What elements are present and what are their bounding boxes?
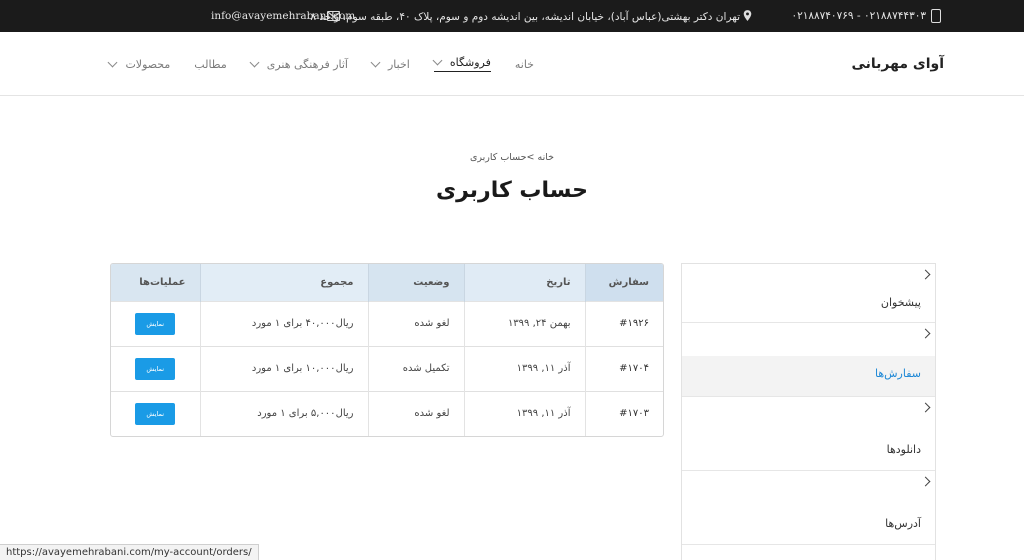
table-row: #۱۹۲۶ بهمن ۲۴, ۱۳۹۹ لغو شده ریال۴۰,۰۰۰ ب… [111,300,663,346]
mobile-phone-icon [931,9,941,23]
order-date: بهمن ۲۴, ۱۳۹۹ [463,300,585,346]
order-total: ریال۴۰,۰۰۰ برای ۱ مورد [199,300,368,346]
order-number[interactable]: #۱۷۰۴ [584,345,663,391]
order-number[interactable]: #۱۷۰۳ [584,390,663,436]
link-status-bar: https://avayemehrabani.com/my-account/or… [0,544,259,560]
breadcrumb[interactable]: خانه >حساب کاربری [0,152,1024,163]
phone-numbers: ۰۲۱۸۸۷۴۰۷۶۹ - ۰۲۱۸۸۷۴۴۳۰۳ [791,10,926,22]
sidebar-item-orders[interactable]: سفارش‌ها [682,323,935,397]
page-title: حساب کاربری [435,178,589,203]
nav-label: آثار فرهنگی هنری [266,57,348,71]
nav-item-shop[interactable]: فروشگاه [432,55,491,72]
header-date: تاریخ [463,264,585,301]
sidebar-item-downloads[interactable]: دانلودها [682,397,935,471]
view-order-button[interactable]: نمایش [135,312,176,335]
sidebar-item-dashboard[interactable]: پیشخوان [682,264,935,323]
account-sidebar: پیشخوان سفارش‌ها دانلودها آدرس‌ها [681,263,936,560]
orders-table: سفارش تاریخ وضعیت مجموع عملیات‌ها #۱۹۲۶ … [110,263,664,437]
address-label: تهران دکتر بهشتی(عباس آباد)، خیابان اندی… [310,11,740,23]
nav-item-articles[interactable]: مطالب [194,58,226,71]
site-logo[interactable]: آوای مهربانی [851,56,944,72]
main-nav: خانه فروشگاه اخبار آثار فرهنگی هنری مطال… [85,55,534,72]
chevron-left-icon [920,402,931,413]
header-order: سفارش [584,264,663,301]
table-header-row: سفارش تاریخ وضعیت مجموع عملیات‌ها [111,264,663,301]
nav-label: محصولات [125,57,171,71]
chevron-left-icon [920,328,931,339]
view-order-button[interactable]: نمایش [135,402,176,425]
order-status: لغو شده [367,300,464,346]
location-pin-icon [743,10,752,21]
chevron-left-icon [920,269,931,280]
sidebar-item-label: دانلودها [886,443,921,456]
chevron-left-icon [920,476,931,487]
table-row: #۱۷۰۴ آذر ۱۱, ۱۳۹۹ تکمیل شده ریال۱۰,۰۰۰ … [111,345,663,391]
sidebar-item-label: آدرس‌ها [885,517,921,530]
email-link[interactable]: info@avayemehrabani.com [211,10,355,22]
actions-cell: نمایش [111,300,200,346]
order-date: آذر ۱۱, ۱۳۹۹ [463,390,585,436]
actions-cell: نمایش [111,345,200,391]
nav-item-home[interactable]: خانه [515,58,534,71]
chevron-down-icon [108,57,118,67]
order-number[interactable]: #۱۹۲۶ [584,300,663,346]
header-status: وضعیت [367,264,464,301]
chevron-down-icon [249,57,260,67]
nav-label: خانه [514,57,534,71]
top-contact-bar: ۰۲۱۸۸۷۴۰۷۶۹ - ۰۲۱۸۸۷۴۴۳۰۳ تهران دکتر بهش… [0,0,1024,32]
nav-item-cultural-works[interactable]: آثار فرهنگی هنری [249,57,348,71]
order-status: لغو شده [367,390,464,436]
nav-item-products[interactable]: محصولات [108,57,171,71]
sidebar-item-label: پیشخوان [880,296,921,309]
nav-label: مطالب [194,57,227,71]
sidebar-item-addresses[interactable]: آدرس‌ها [682,471,935,545]
nav-label: اخبار [387,57,410,71]
address-text: تهران دکتر بهشتی(عباس آباد)، خیابان اندی… [310,10,752,23]
table-row: #۱۷۰۳ آذر ۱۱, ۱۳۹۹ لغو شده ریال۵,۰۰۰ برا… [111,390,663,436]
view-order-button[interactable]: نمایش [135,357,176,380]
nav-label: فروشگاه [449,56,491,69]
sidebar-item-label: سفارش‌ها [874,367,921,380]
order-total: ریال۵,۰۰۰ برای ۱ مورد [199,390,368,436]
header-total: مجموع [199,264,368,301]
chevron-down-icon [370,57,381,67]
order-status: تکمیل شده [367,345,464,391]
chevron-down-icon [432,55,443,66]
order-total: ریال۱۰,۰۰۰ برای ۱ مورد [199,345,368,391]
actions-cell: نمایش [111,390,200,436]
site-header: آوای مهربانی خانه فروشگاه اخبار آثار فره… [0,32,1024,96]
nav-item-news[interactable]: اخبار [370,57,410,71]
header-actions: عملیات‌ها [111,264,200,301]
order-date: آذر ۱۱, ۱۳۹۹ [463,345,585,391]
